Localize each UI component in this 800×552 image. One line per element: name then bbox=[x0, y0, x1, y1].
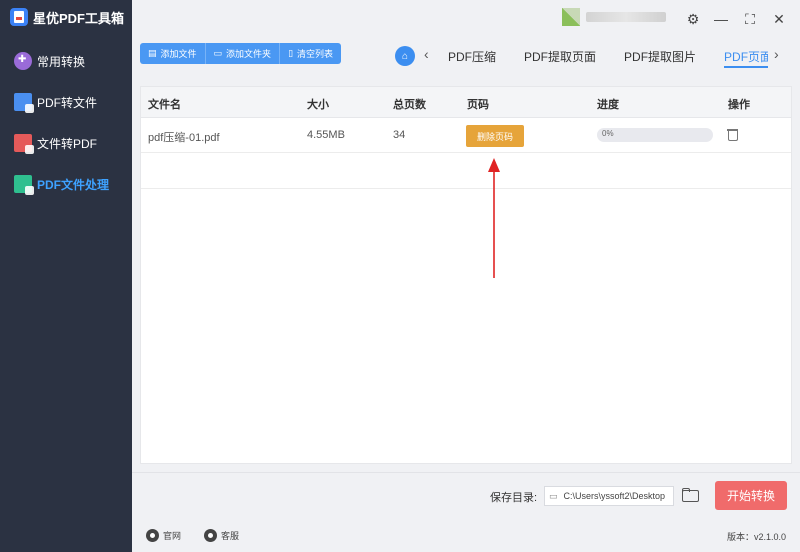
sidebar-item-label: PDF转文件 bbox=[37, 95, 98, 110]
home-icon[interactable]: ⌂ bbox=[395, 46, 415, 66]
version-text: 版本：v2.1.0.0 bbox=[726, 532, 786, 542]
tab-pdf-page-delete[interactable]: PDF页面删除 bbox=[724, 44, 768, 68]
chat-icon bbox=[204, 529, 217, 542]
username-blurred bbox=[586, 12, 666, 22]
add-folder-label: 添加文件夹 bbox=[226, 49, 272, 59]
sidebar-item-file-to-pdf[interactable]: 文件转PDF bbox=[14, 132, 97, 154]
folder-outline-icon: ▭ bbox=[549, 490, 558, 501]
save-directory-label: 保存目录: bbox=[490, 492, 538, 504]
avatar[interactable] bbox=[562, 8, 580, 26]
save-directory-field[interactable]: ▭ C:\Users\yssoft2\Desktop bbox=[544, 486, 674, 506]
pdf-to-file-icon bbox=[14, 93, 34, 113]
open-folder-icon[interactable] bbox=[682, 488, 699, 502]
tab-pdf-compress[interactable]: PDF压缩 bbox=[448, 44, 496, 68]
annotation-arrow-icon bbox=[488, 158, 500, 278]
trash-icon: ▯ bbox=[288, 48, 294, 58]
close-button[interactable]: ✕ bbox=[768, 8, 790, 30]
file-toolbar: ▤ 添加文件 ▭ 添加文件夹 ▯ 清空列表 bbox=[140, 43, 342, 64]
column-header-filename: 文件名 bbox=[148, 99, 181, 111]
table-row-empty bbox=[141, 154, 791, 189]
tab-next-chevron-icon[interactable]: › bbox=[774, 46, 779, 62]
sidebar-item-label: PDF文件处理 bbox=[37, 177, 110, 192]
customer-service-link[interactable]: 客服 bbox=[204, 529, 239, 542]
save-directory-path: C:\Users\yssoft2\Desktop bbox=[563, 491, 666, 501]
settings-icon[interactable]: ⚙ bbox=[682, 8, 704, 30]
maximize-button[interactable]: ⛶ bbox=[739, 8, 761, 30]
sidebar-item-label: 常用转换 bbox=[37, 54, 86, 69]
file-to-pdf-icon bbox=[14, 134, 34, 154]
table-header: 文件名 大小 总页数 页码 进度 操作 bbox=[141, 87, 791, 118]
progress-bar: 0% bbox=[597, 128, 713, 142]
table-row: pdf压缩-01.pdf 4.55MB 34 删除页码 0% bbox=[141, 118, 791, 153]
column-header-size: 大小 bbox=[307, 99, 329, 111]
function-tabs: PDF压缩 PDF提取页面 PDF提取图片 PDF页面删除 bbox=[448, 44, 768, 68]
sidebar-item-label: 文件转PDF bbox=[37, 136, 98, 151]
clear-list-label: 清空列表 bbox=[297, 49, 334, 59]
file-table: 文件名 大小 总页数 页码 进度 操作 pdf压缩-01.pdf 4.55MB … bbox=[140, 86, 792, 464]
column-header-actions: 操作 bbox=[728, 99, 750, 111]
app-title: 星优PDF工具箱 bbox=[10, 6, 124, 28]
file-total-pages: 34 bbox=[393, 129, 406, 141]
sidebar: 星优PDF工具箱 常用转换 PDF转文件 文件转PDF PDF文件处理 bbox=[0, 0, 132, 552]
start-convert-button[interactable]: 开始转换 bbox=[715, 481, 787, 510]
delete-page-numbers-button[interactable]: 删除页码 bbox=[466, 125, 524, 147]
website-label: 官网 bbox=[163, 531, 182, 541]
column-header-progress: 进度 bbox=[597, 99, 619, 111]
sidebar-item-pdf-to-file[interactable]: PDF转文件 bbox=[14, 91, 97, 113]
file-icon: ▤ bbox=[148, 48, 157, 58]
app-logo-icon bbox=[10, 8, 28, 26]
sidebar-item-common-convert[interactable]: 常用转换 bbox=[14, 50, 85, 72]
column-header-total-pages: 总页数 bbox=[393, 99, 426, 111]
minimize-button[interactable]: — bbox=[710, 8, 732, 30]
sidebar-item-pdf-process[interactable]: PDF文件处理 bbox=[14, 173, 109, 195]
file-size: 4.55MB bbox=[307, 129, 345, 141]
folder-icon: ▭ bbox=[213, 48, 223, 58]
app-name: 星优PDF工具箱 bbox=[33, 10, 125, 26]
progress-text: 0% bbox=[602, 129, 614, 138]
add-folder-button[interactable]: ▭ 添加文件夹 bbox=[205, 43, 281, 64]
footer: 官网 客服 版本：v2.1.0.0 bbox=[132, 520, 800, 552]
pdf-process-icon bbox=[14, 175, 34, 195]
customer-service-label: 客服 bbox=[221, 531, 240, 541]
clear-list-button[interactable]: ▯ 清空列表 bbox=[280, 43, 342, 64]
delete-row-trash-icon[interactable] bbox=[727, 128, 739, 142]
column-header-page-number: 页码 bbox=[467, 99, 489, 111]
add-file-button[interactable]: ▤ 添加文件 bbox=[140, 43, 206, 64]
grid-plus-icon bbox=[14, 52, 32, 70]
tab-pdf-extract-pages[interactable]: PDF提取页面 bbox=[524, 44, 596, 68]
save-bar: 保存目录: ▭ C:\Users\yssoft2\Desktop 开始转换 bbox=[132, 472, 800, 520]
tab-pdf-extract-images[interactable]: PDF提取图片 bbox=[624, 44, 696, 68]
title-bar: ⚙ — ⛶ ✕ bbox=[132, 0, 800, 40]
file-name: pdf压缩-01.pdf bbox=[148, 132, 220, 144]
tab-prev-chevron-icon[interactable]: ‹ bbox=[424, 46, 429, 62]
website-link[interactable]: 官网 bbox=[146, 529, 181, 542]
website-icon bbox=[146, 529, 159, 542]
add-file-label: 添加文件 bbox=[160, 49, 197, 59]
